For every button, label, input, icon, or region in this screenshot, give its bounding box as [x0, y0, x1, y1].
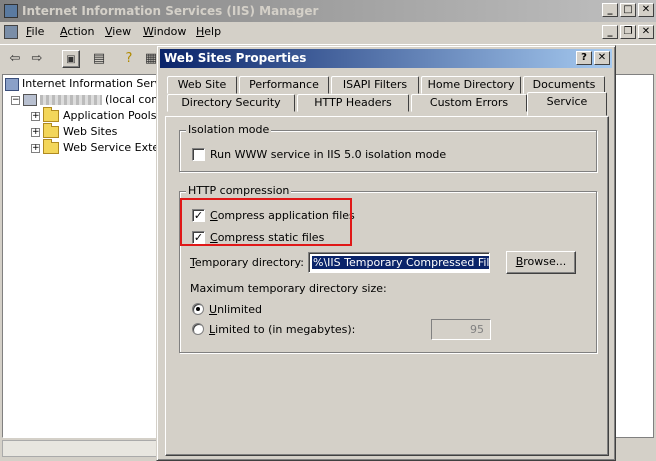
folder-icon: [43, 123, 59, 138]
tab-custom-errors[interactable]: Custom Errors: [411, 94, 527, 112]
tree-item-web-sites[interactable]: + Web Sites: [31, 123, 117, 140]
main-window-title: Internet Information Services (IIS) Mana…: [22, 4, 319, 18]
isolation-mode-checkbox[interactable]: [192, 147, 205, 161]
limited-to-radio[interactable]: [192, 323, 204, 335]
properties-icon[interactable]: ▤: [90, 50, 108, 68]
close-button[interactable]: ✕: [638, 3, 654, 17]
limited-to-option[interactable]: Limited to (in megabytes):: [192, 322, 355, 336]
isolation-mode-legend: Isolation mode: [186, 123, 272, 136]
mdi-close-button[interactable]: ✕: [638, 25, 654, 39]
iis-app-icon: [4, 4, 18, 18]
browse-button[interactable]: Browse...: [506, 251, 576, 274]
show-hide-tree-icon[interactable]: ▣: [62, 50, 80, 68]
isolation-mode-option[interactable]: Run WWW service in IIS 5.0 isolation mod…: [192, 147, 446, 161]
redacted-computer-name: [40, 95, 102, 105]
expand-icon[interactable]: +: [31, 127, 40, 137]
back-arrow-icon[interactable]: ⇦: [6, 50, 24, 68]
dialog-title: Web Sites Properties: [164, 51, 307, 65]
minimize-button[interactable]: _: [602, 3, 618, 17]
highlight-annotation-box: [180, 198, 352, 246]
tree-horizontal-scrollbar[interactable]: [2, 440, 160, 457]
menu-help[interactable]: Help: [196, 25, 221, 38]
unlimited-option[interactable]: Unlimited: [192, 302, 262, 316]
temporary-directory-input[interactable]: %\IIS Temporary Compressed Files: [308, 252, 490, 273]
tab-directory-security[interactable]: Directory Security: [167, 94, 295, 112]
dialog-title-bar[interactable]: Web Sites Properties ? ✕: [160, 49, 612, 68]
tab-home-directory[interactable]: Home Directory: [421, 76, 521, 94]
mdi-minimize-button[interactable]: _: [602, 25, 618, 39]
max-temp-dir-size-label: Maximum temporary directory size:: [190, 282, 387, 295]
dialog-close-button[interactable]: ✕: [594, 51, 610, 65]
computer-icon: [23, 94, 37, 106]
web-sites-properties-dialog: Web Sites Properties ? ✕ Web Site Perfor…: [156, 45, 616, 461]
tree-item-application-pools[interactable]: + Application Pools: [31, 107, 156, 124]
collapse-icon[interactable]: −: [11, 95, 20, 105]
http-compression-legend: HTTP compression: [186, 184, 292, 197]
tree-pane[interactable]: Internet Information Services − (local co…: [2, 74, 196, 438]
expand-icon[interactable]: +: [31, 143, 40, 153]
tab-service[interactable]: Service: [527, 92, 607, 116]
limit-megabytes-input[interactable]: 95: [431, 319, 491, 340]
tab-performance[interactable]: Performance: [239, 76, 329, 94]
expand-icon[interactable]: +: [31, 111, 40, 121]
tab-web-site[interactable]: Web Site: [167, 76, 237, 94]
menu-window[interactable]: Window: [143, 25, 186, 38]
menu-file[interactable]: File: [26, 25, 44, 38]
main-title-bar[interactable]: Internet Information Services (IIS) Mana…: [0, 0, 656, 22]
help-icon[interactable]: ?: [120, 50, 138, 68]
tab-isapi-filters[interactable]: ISAPI Filters: [331, 76, 419, 94]
dialog-help-button[interactable]: ?: [576, 51, 592, 65]
maximize-button[interactable]: □: [620, 3, 636, 17]
isolation-mode-group: Isolation mode Run WWW service in IIS 5.…: [179, 123, 597, 172]
folder-icon: [43, 107, 59, 122]
iis-server-icon: [5, 77, 19, 91]
unlimited-radio[interactable]: [192, 303, 204, 315]
forward-arrow-icon[interactable]: ⇨: [28, 50, 46, 68]
tab-http-headers[interactable]: HTTP Headers: [297, 94, 409, 112]
temporary-directory-label: Temporary directory:: [190, 256, 304, 269]
menu-view[interactable]: View: [105, 25, 131, 38]
menu-action[interactable]: Action: [60, 25, 94, 38]
mdi-system-icon[interactable]: [4, 25, 18, 39]
menu-bar: File Action View Window Help _ ❐ ✕: [0, 22, 656, 42]
mdi-restore-button[interactable]: ❐: [620, 25, 636, 39]
folder-icon: [43, 139, 59, 154]
